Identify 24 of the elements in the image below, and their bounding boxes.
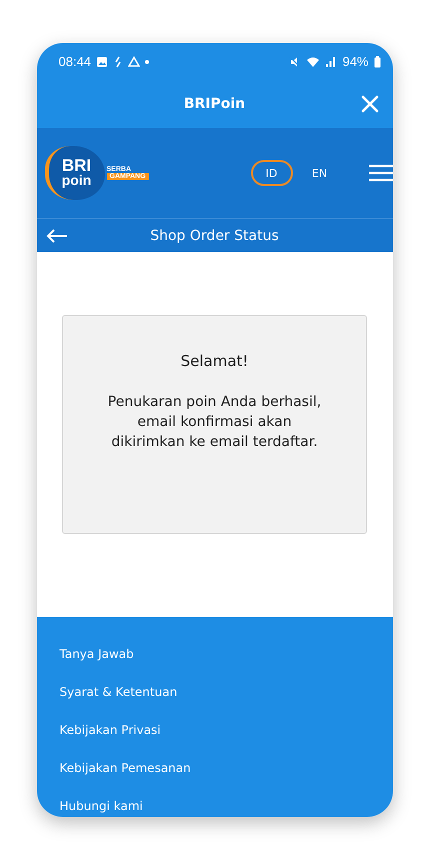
language-option[interactable]: EN (298, 160, 340, 186)
menu-icon[interactable] (368, 164, 392, 182)
signal-icon (325, 56, 338, 68)
back-arrow-icon[interactable] (46, 229, 68, 243)
logo-text: BRI (62, 158, 92, 174)
message-title: Selamat! (180, 352, 248, 370)
battery-icon (374, 56, 380, 68)
footer-link[interactable]: Hubungi kami (60, 797, 392, 815)
wifi-icon (306, 56, 320, 68)
message-text: Penukaran poin Anda berhasil, email konfirmasi akan dikirimkan ke email terdaftar. (106, 393, 322, 452)
language-option[interactable]: ID (250, 160, 292, 186)
app-title: BRIPoin (184, 96, 246, 112)
close-icon[interactable] (360, 95, 378, 113)
logo-text: poin (62, 174, 92, 188)
image-icon (96, 56, 108, 68)
footer-link[interactable]: Syarat & Ketentuan (60, 683, 392, 701)
page-title: Shop Order Status (150, 228, 279, 244)
battery-level: 94% (342, 54, 368, 69)
footer-link[interactable]: Kebijakan Privasi (60, 721, 392, 739)
clock: 08:44 (58, 54, 92, 69)
footer-link[interactable]: Tanya Jawab (60, 645, 392, 663)
footer-link[interactable]: Kebijakan Pemesanan (60, 759, 392, 777)
dot-icon (145, 60, 150, 64)
logo-badge[interactable]: BRI poin (44, 146, 104, 200)
